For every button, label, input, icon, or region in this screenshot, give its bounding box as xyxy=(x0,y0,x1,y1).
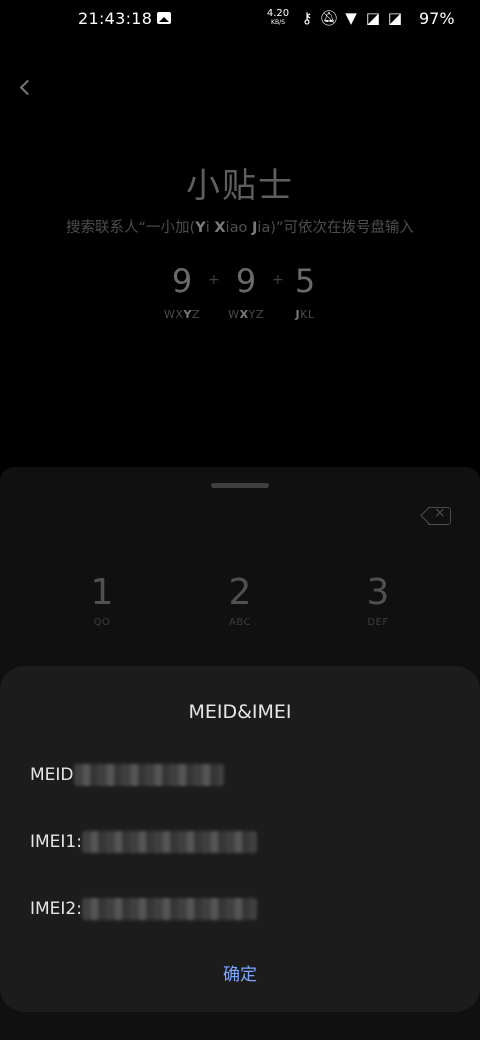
dial-key-2[interactable]: 2 ABC xyxy=(185,572,295,628)
status-time: 21:43:18 xyxy=(78,9,153,28)
tips-digits: 9 WXYZ 9 WXYZ 5 JKL xyxy=(0,262,480,332)
meid-imei-dialog: MEID&IMEI MEID IMEI1: IMEI2: 确定 xyxy=(0,666,480,1012)
backspace-icon[interactable]: × xyxy=(420,505,452,525)
meid-label: MEID xyxy=(30,765,74,785)
meid-row: MEID xyxy=(30,764,224,790)
tip-digit: 9 WXYZ xyxy=(228,262,264,321)
battery-level: 97% xyxy=(419,9,455,28)
imei1-row: IMEI1: xyxy=(30,831,257,857)
key-icon: ⚷ xyxy=(301,9,313,27)
imei2-label: IMEI2: xyxy=(30,899,82,919)
imei1-label: IMEI1: xyxy=(30,832,82,852)
drag-handle[interactable] xyxy=(211,483,269,488)
dial-key-3[interactable]: 3 DEF xyxy=(323,572,433,628)
redacted-value xyxy=(81,898,257,920)
network-speed: 4.20 KB/S xyxy=(266,8,290,27)
mute-bell-icon: 🔕︎ xyxy=(319,9,339,27)
plus-separator: + xyxy=(272,272,284,288)
dialog-title: MEID&IMEI xyxy=(188,701,292,723)
redacted-value xyxy=(81,831,257,853)
tips-title: 小贴士 xyxy=(186,166,294,206)
tip-digit: 9 WXYZ xyxy=(164,262,200,321)
no-sim-icon: ◪ xyxy=(387,9,403,27)
redacted-value xyxy=(73,764,224,786)
tips-description: 搜索联系人“一小加(Yi Xiao Jia)”可依次在拨号盘输入 xyxy=(66,220,414,236)
wifi-icon: ▼ xyxy=(345,9,357,27)
status-bar: 21:43:18 4.20 KB/S ⚷ 🔕︎ ▼ ◪ ◪ 97% xyxy=(0,0,480,38)
plus-separator: + xyxy=(208,272,220,288)
gallery-icon xyxy=(157,12,171,24)
back-chevron-icon[interactable] xyxy=(12,74,40,102)
dial-key-1[interactable]: 1 QO xyxy=(47,572,157,628)
confirm-button[interactable]: 确定 xyxy=(200,960,280,985)
no-sim-icon: ◪ xyxy=(365,9,381,27)
imei2-row: IMEI2: xyxy=(30,898,257,924)
tip-digit: 5 JKL xyxy=(294,262,316,321)
